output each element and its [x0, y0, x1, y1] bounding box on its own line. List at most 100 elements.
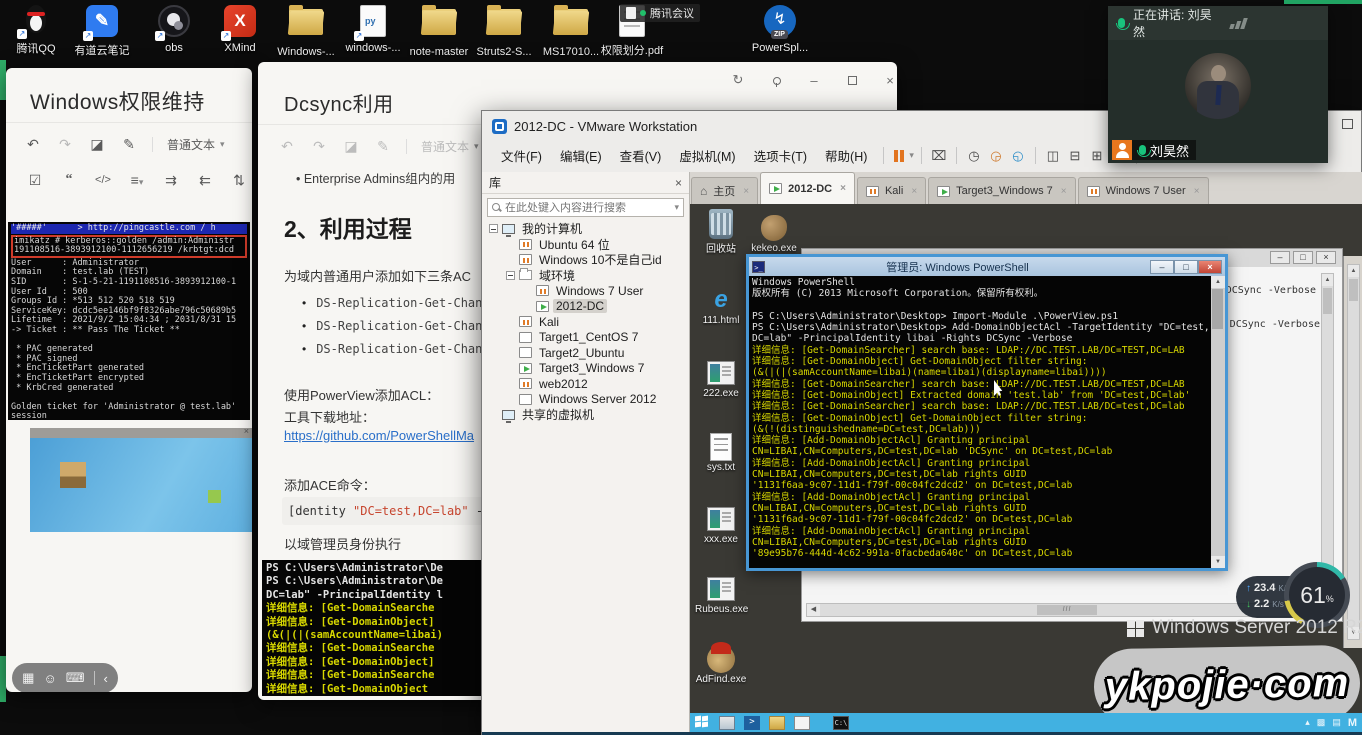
tree-item-Windows 10不是自己id[interactable]: Windows 10不是自己id: [482, 252, 689, 268]
menu-虚拟机(M)[interactable]: 虚拟机(M): [670, 143, 744, 168]
indent-decrease-icon[interactable]: ⇇: [196, 172, 214, 189]
format-painter-icon[interactable]: ✎: [120, 136, 138, 153]
checklist-icon[interactable]: ☑: [26, 172, 44, 189]
desktop-icon-folder-6[interactable]: note-master: [407, 3, 471, 61]
menu-查看(V)[interactable]: 查看(V): [611, 143, 671, 168]
expander-icon[interactable]: [489, 224, 498, 233]
redo-icon[interactable]: ↷: [310, 138, 328, 155]
tree-item-2012-DC[interactable]: 2012-DC: [482, 299, 689, 315]
close-icon[interactable]: ×: [840, 183, 846, 194]
minimize-icon[interactable]: –: [1270, 251, 1290, 264]
scroll-left-icon[interactable]: ◀: [807, 604, 820, 616]
tree-item-我的计算机[interactable]: 我的计算机: [482, 221, 689, 237]
file-explorer-icon[interactable]: [769, 716, 785, 730]
desktop-icon-folder-7[interactable]: Struts2-S...: [472, 3, 536, 61]
vm-icon-sys.txt[interactable]: sys.txt: [695, 432, 747, 473]
tray-status-icon[interactable]: ▩: [1317, 717, 1326, 728]
revert-snapshot-icon[interactable]: ◶: [986, 148, 1006, 164]
indent-increase-icon[interactable]: ⇉: [162, 172, 180, 189]
close-icon[interactable]: ×: [882, 73, 897, 88]
tree-item-域环境[interactable]: 域环境: [482, 268, 689, 284]
eraser-icon[interactable]: ◪: [88, 136, 106, 153]
maximize-icon[interactable]: □: [1293, 251, 1313, 264]
vm-icon-Rubeus.exe[interactable]: Rubeus.exe: [695, 574, 747, 615]
tab-Target3_Windows 7[interactable]: Target3_Windows 7×: [928, 177, 1075, 204]
redo-icon[interactable]: ↷: [56, 136, 74, 153]
chevron-down-icon[interactable]: ▾: [909, 150, 914, 161]
close-icon[interactable]: ×: [1194, 186, 1200, 197]
doc2-github-link[interactable]: https://github.com/PowerShellMa: [284, 428, 474, 443]
tree-item-Ubuntu 64 位[interactable]: Ubuntu 64 位: [482, 237, 689, 253]
desktop-icon-pyfile-5[interactable]: pywindows-...: [341, 3, 405, 61]
scrollbar[interactable]: ▲ ▼: [1347, 264, 1360, 640]
undo-icon[interactable]: ↶: [278, 138, 296, 155]
powershell-titlebar[interactable]: >_ 管理员: Windows PowerShell – □ ×: [749, 257, 1225, 276]
tray-expand-icon[interactable]: ▴: [1305, 717, 1310, 728]
expander-icon[interactable]: [506, 271, 515, 280]
chevron-down-icon[interactable]: ▾: [674, 202, 679, 213]
close-icon[interactable]: ×: [911, 186, 917, 197]
scroll-down-icon[interactable]: ▼: [1211, 556, 1225, 568]
fullscreen-icon[interactable]: ⊞: [1087, 148, 1107, 164]
desktop-icon-xmind-3[interactable]: XXMind: [208, 3, 272, 61]
server-manager-icon[interactable]: [719, 716, 735, 730]
desktop-icon-zip-10[interactable]: ↯ZIPPowerSpl...: [748, 3, 812, 61]
eraser-icon[interactable]: ◪: [342, 138, 360, 155]
desktop-icon-youdao-1[interactable]: ✎有道云笔记: [70, 3, 134, 61]
quote-icon[interactable]: “: [60, 172, 78, 188]
format-painter-icon[interactable]: ✎: [374, 138, 392, 155]
input-method-indicator[interactable]: M: [1348, 717, 1357, 729]
menu-文件(F)[interactable]: 文件(F): [492, 143, 551, 168]
tree-item-Target1_CentOS 7[interactable]: Target1_CentOS 7: [482, 330, 689, 346]
menu-选项卡(T)[interactable]: 选项卡(T): [745, 143, 816, 168]
scrollbar[interactable]: ▲ ▼: [1321, 273, 1334, 603]
close-icon[interactable]: ×: [743, 186, 749, 197]
vm-icon-222.exe[interactable]: 222.exe: [695, 358, 747, 399]
notepad-icon[interactable]: [794, 716, 810, 730]
scrollbar[interactable]: ▲ ▼: [1211, 276, 1225, 568]
align-icon[interactable]: ≡▾: [128, 172, 146, 188]
emoji-icon[interactable]: ☺: [43, 671, 56, 686]
tree-item-Target2_Ubuntu[interactable]: Target2_Ubuntu: [482, 345, 689, 361]
manage-snapshots-icon[interactable]: ◵: [1008, 148, 1028, 164]
maximize-icon[interactable]: [844, 73, 860, 88]
code-block-icon[interactable]: </>: [94, 174, 112, 186]
start-button[interactable]: [695, 716, 710, 729]
tree-item-web2012[interactable]: web2012: [482, 376, 689, 392]
meeting-video-area[interactable]: 刘昊然: [1108, 40, 1328, 163]
line-height-icon[interactable]: ⇅: [230, 172, 248, 189]
vm-icon-kekeo.exe[interactable]: kekeo.exe: [748, 213, 800, 254]
maximize-icon[interactable]: [1342, 119, 1353, 129]
scroll-up-icon[interactable]: ▲: [1211, 276, 1225, 288]
powershell-taskbar-icon[interactable]: >: [744, 716, 760, 730]
pin-icon[interactable]: [768, 73, 784, 88]
desktop-icon-obs-2[interactable]: obs: [142, 3, 206, 61]
insert-grid-icon[interactable]: ▦: [22, 670, 34, 686]
tree-item-共享的虚拟机[interactable]: 共享的虚拟机: [482, 407, 689, 423]
maximize-icon[interactable]: □: [1174, 260, 1198, 274]
pause-vm-button[interactable]: [894, 150, 904, 162]
send-ctrl-alt-del-icon[interactable]: ⌧: [929, 148, 949, 164]
powershell-output[interactable]: Windows PowerShell版权所有 (C) 2013 Microsof…: [749, 276, 1211, 568]
close-icon[interactable]: ×: [675, 176, 682, 190]
keyboard-icon[interactable]: ⌨: [66, 670, 85, 686]
minimize-icon[interactable]: –: [806, 73, 822, 88]
scroll-up-icon[interactable]: ▲: [1348, 265, 1359, 277]
collapse-chevron-icon[interactable]: ‹: [104, 671, 108, 686]
take-snapshot-icon[interactable]: ◷: [964, 148, 984, 164]
show-library-icon[interactable]: ◫: [1043, 148, 1063, 164]
vm-icon-111.html[interactable]: e111.html: [695, 285, 747, 326]
scroll-up-icon[interactable]: ▲: [1322, 274, 1333, 286]
minimize-icon[interactable]: –: [1150, 260, 1174, 274]
tray-network-icon[interactable]: ▤: [1332, 717, 1341, 728]
tab-2012-DC[interactable]: 2012-DC×: [760, 172, 855, 204]
tree-item-Windows Server 2012[interactable]: Windows Server 2012: [482, 392, 689, 408]
sync-icon[interactable]: ↻: [730, 72, 746, 88]
desktop-icon-folder-8[interactable]: MS17010...: [539, 3, 603, 61]
tab-Kali[interactable]: Kali×: [857, 177, 926, 204]
tree-item-Target3_Windows 7[interactable]: Target3_Windows 7: [482, 361, 689, 377]
vm-icon-回收站[interactable]: 回收站: [695, 209, 747, 255]
show-thumbnail-bar-icon[interactable]: ⊟: [1065, 148, 1085, 164]
desktop-icon-qq-0[interactable]: 腾讯QQ: [4, 3, 68, 61]
close-icon[interactable]: ×: [1198, 260, 1222, 274]
